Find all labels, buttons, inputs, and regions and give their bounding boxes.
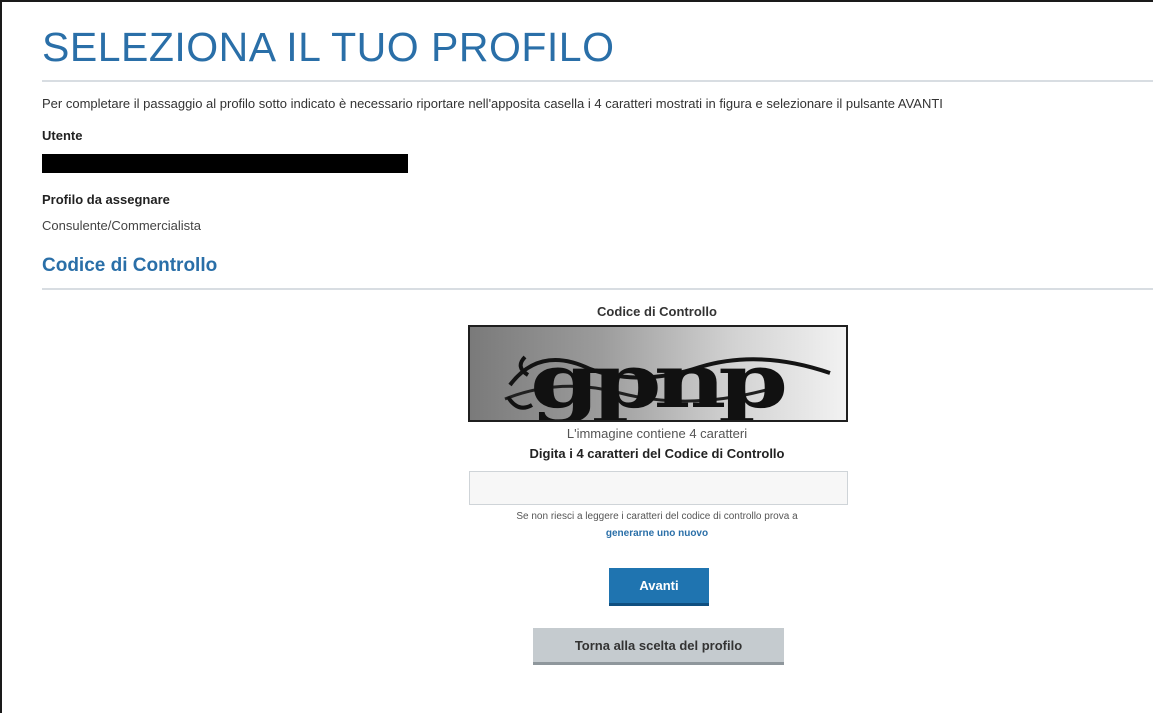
section-divider [42, 288, 1153, 290]
page-title: SELEZIONA IL TUO PROFILO [42, 24, 615, 70]
captcha-heading: Codice di Controllo [597, 304, 717, 319]
captcha-image-graphic: gpnp [504, 339, 831, 420]
captcha-image: gpnp [468, 325, 848, 422]
regenerate-captcha-link[interactable]: generarne uno nuovo [407, 528, 907, 539]
captcha-text: gpnp [530, 339, 784, 420]
profile-value: Consulente/Commercialista [42, 218, 201, 233]
user-label: Utente [42, 128, 83, 143]
title-divider [42, 80, 1153, 82]
captcha-input[interactable] [469, 471, 848, 505]
profile-label: Profilo da assegnare [42, 192, 170, 207]
intro-text: Per completare il passaggio al profilo s… [42, 96, 943, 111]
user-redacted-value [42, 154, 408, 173]
back-to-profile-button[interactable]: Torna alla scelta del profilo [533, 628, 784, 665]
page-frame: SELEZIONA IL TUO PROFILO Per completare … [0, 0, 1153, 713]
captcha-section-title: Codice di Controllo [42, 255, 218, 276]
captcha-instruction: Digita i 4 caratteri del Codice di Contr… [529, 446, 785, 461]
next-button[interactable]: Avanti [609, 568, 709, 606]
captcha-note: L'immagine contiene 4 caratteri [566, 426, 748, 441]
captcha-help-text: Se non riesci a leggere i caratteri del … [516, 511, 798, 522]
